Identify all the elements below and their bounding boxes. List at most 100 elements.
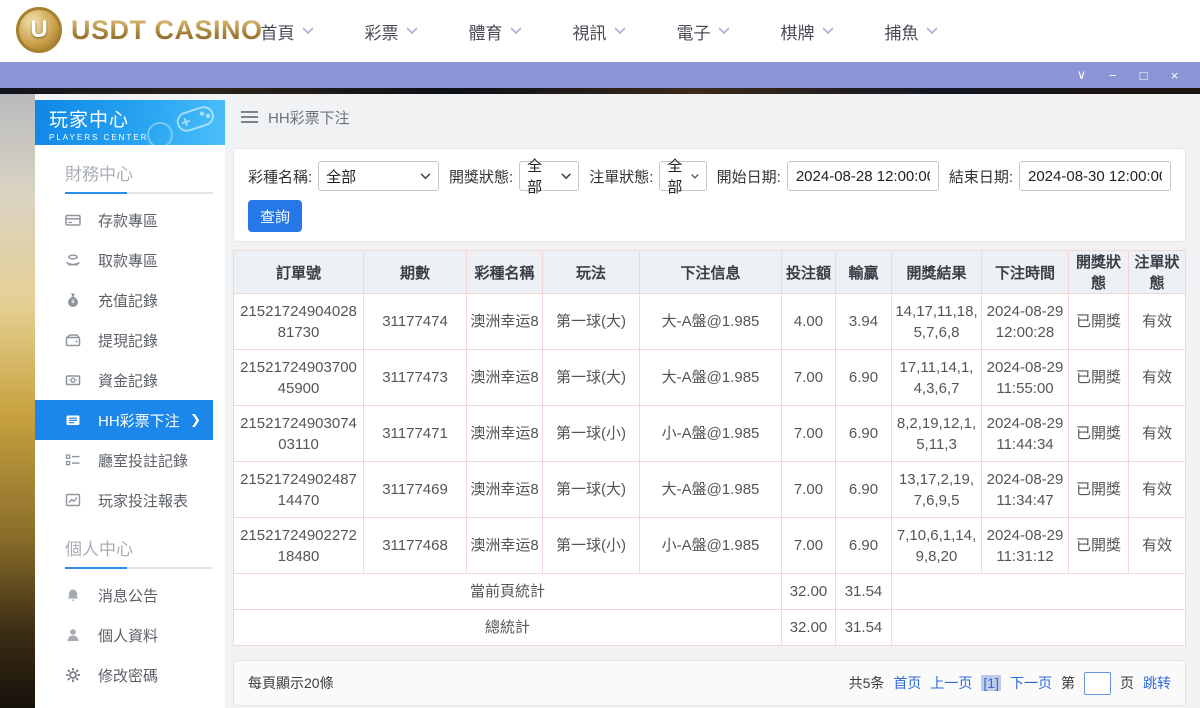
start-date-label: 開始日期: [717,166,781,187]
sidebar-item-withdraw[interactable]: 取款專區 [35,240,225,280]
summary-cell: 31.54 [836,610,892,646]
main-nav: 首頁 彩票 體育 視訊 電子 棋牌 [235,0,963,62]
table-cell: 大-A盤@1.985 [640,462,782,518]
nav-item-fishing[interactable]: 捕魚 [859,0,963,62]
sidebar-subtitle: PLAYERS CENTER [49,133,225,142]
table-cell: 有效 [1129,406,1186,462]
menu-toggle-icon[interactable] [241,111,258,123]
nav-label: 棋牌 [781,19,815,44]
search-button[interactable]: 查詢 [248,200,302,232]
decorative-circle [147,122,173,145]
table-cell: 2152172490248714470 [234,462,364,518]
table-cell: 2024-08-29 11:55:00 [982,350,1069,406]
main-panel: HH彩票下注 彩種名稱: 全部 開獎狀態: 全部 注單狀態: [233,94,1186,706]
sidebar-item-hh-lottery-bets[interactable]: HH彩票下注 ❯ [35,400,213,440]
total-count-text: 共5条 [849,673,885,693]
next-page-link[interactable]: 下一页 [1010,673,1052,693]
nav-item-electronic[interactable]: 電子 [651,0,755,62]
table-row: 215217249040288173031177474澳洲幸运8第一球(大)大-… [234,294,1186,350]
table-cell: 8,2,19,12,1,5,11,3 [892,406,982,462]
sidebar-item-withdrawal-record[interactable]: 提現記錄 [35,320,225,360]
table-cell: 7.00 [782,462,836,518]
maximize-icon[interactable]: □ [1128,62,1159,88]
nav-label: 首頁 [261,19,295,44]
page-header: HH彩票下注 [233,94,1186,140]
window-title-bar[interactable]: ∨ − □ × [0,62,1200,88]
table-cell: 小-A盤@1.985 [640,518,782,574]
sidebar-item-player-bet-report[interactable]: 玩家投注報表 [35,480,225,520]
table-cell: 澳洲幸运8 [467,350,543,406]
start-date-input[interactable] [787,161,939,191]
sidebar-item-label: 個人資料 [98,625,158,646]
table-cell: 澳洲幸运8 [467,294,543,350]
table-cell: 2024-08-29 12:00:28 [982,294,1069,350]
table-cell: 有效 [1129,462,1186,518]
nav-item-home[interactable]: 首頁 [235,0,339,62]
sidebar-item-recharge-record[interactable]: ¥ 充值記錄 [35,280,225,320]
column-header: 開獎結果 [892,251,982,294]
order-status-select[interactable]: 全部 [659,161,706,191]
sidebar-item-fund-record[interactable]: 資金記錄 [35,360,225,400]
nav-item-video[interactable]: 視訊 [547,0,651,62]
table-cell: 已開獎 [1069,518,1129,574]
table-cell: 6.90 [836,406,892,462]
sidebar-item-label: 提現記錄 [98,330,158,351]
selected-value: 全部 [326,166,356,187]
sidebar: 玩家中心 PLAYERS CENTER 財務中心 存款專區 取款專區 [35,100,225,708]
section-underline [65,567,213,569]
pagination-bar: 每頁顯示20條 共5条 首页 上一页 [1] 下一页 第 页 跳转 [233,660,1186,706]
table-cell: 2152172490307403110 [234,406,364,462]
table-cell: 有效 [1129,350,1186,406]
page-jump-input[interactable] [1084,672,1111,695]
table-cell: 31177468 [364,518,467,574]
first-page-link[interactable]: 首页 [893,673,921,693]
window-chevron-icon[interactable]: ∨ [1066,62,1097,88]
summary-cell: 31.54 [836,574,892,610]
summary-row: 總統計32.0031.54 [234,610,1186,646]
nav-item-lottery[interactable]: 彩票 [339,0,443,62]
column-header: 期數 [364,251,467,294]
brand-logo-icon: U [16,7,62,53]
table-cell: 已開獎 [1069,462,1129,518]
brand-name: USDT CASINO [71,15,263,46]
nav-item-sports[interactable]: 體育 [443,0,547,62]
sidebar-item-label: 玩家投注報表 [98,490,188,511]
table-cell: 有效 [1129,294,1186,350]
top-nav-bar: U USDT CASINO 首頁 彩票 體育 視訊 電子 [0,0,1200,62]
nav-label: 捕魚 [885,19,919,44]
jump-action-link[interactable]: 跳转 [1143,673,1171,693]
sidebar-item-profile[interactable]: 個人資料 [35,615,225,655]
column-header: 開獎狀態 [1069,251,1129,294]
sidebar-item-label: HH彩票下注 [98,410,180,431]
background-image-left [0,94,35,708]
bell-icon [65,587,81,603]
close-icon[interactable]: × [1159,62,1190,88]
table-row: 215217249037004590031177473澳洲幸运8第一球(大)大-… [234,350,1186,406]
table-row: 215217249030740311031177471澳洲幸运8第一球(小)小-… [234,406,1186,462]
sidebar-item-announcements[interactable]: 消息公告 [35,575,225,615]
table-cell: 2152172490227218480 [234,518,364,574]
sidebar-item-hall-bet-record[interactable]: 廳室投註記錄 [35,440,225,480]
nav-label: 體育 [469,19,503,44]
nav-item-chess[interactable]: 棋牌 [755,0,859,62]
sidebar-item-deposit[interactable]: 存款專區 [35,200,225,240]
table-cell: 6.90 [836,518,892,574]
draw-status-select[interactable]: 全部 [519,161,579,191]
end-date-input[interactable] [1019,161,1171,191]
filter-panel: 彩種名稱: 全部 開獎狀態: 全部 注單狀態: 全部 開始 [233,148,1186,242]
summary-cell: 32.00 [782,574,836,610]
table-cell: 已開獎 [1069,350,1129,406]
bets-table: 訂單號期數彩種名稱玩法下注信息投注額輸贏開獎結果下注時間開獎狀態注單狀態2152… [233,250,1186,646]
chevron-down-icon [420,173,431,180]
hand-coin-icon [65,252,81,268]
table-cell: 31177469 [364,462,467,518]
current-page-indicator[interactable]: [1] [981,675,1001,691]
lottery-name-select[interactable]: 全部 [318,161,439,191]
column-header: 投注額 [782,251,836,294]
prev-page-link[interactable]: 上一页 [930,673,972,693]
sidebar-item-change-password[interactable]: 修改密碼 [35,655,225,695]
table-cell: 有效 [1129,518,1186,574]
summary-row: 當前頁統計32.0031.54 [234,574,1186,610]
end-date-label: 結束日期: [949,166,1013,187]
minimize-icon[interactable]: − [1097,62,1128,88]
